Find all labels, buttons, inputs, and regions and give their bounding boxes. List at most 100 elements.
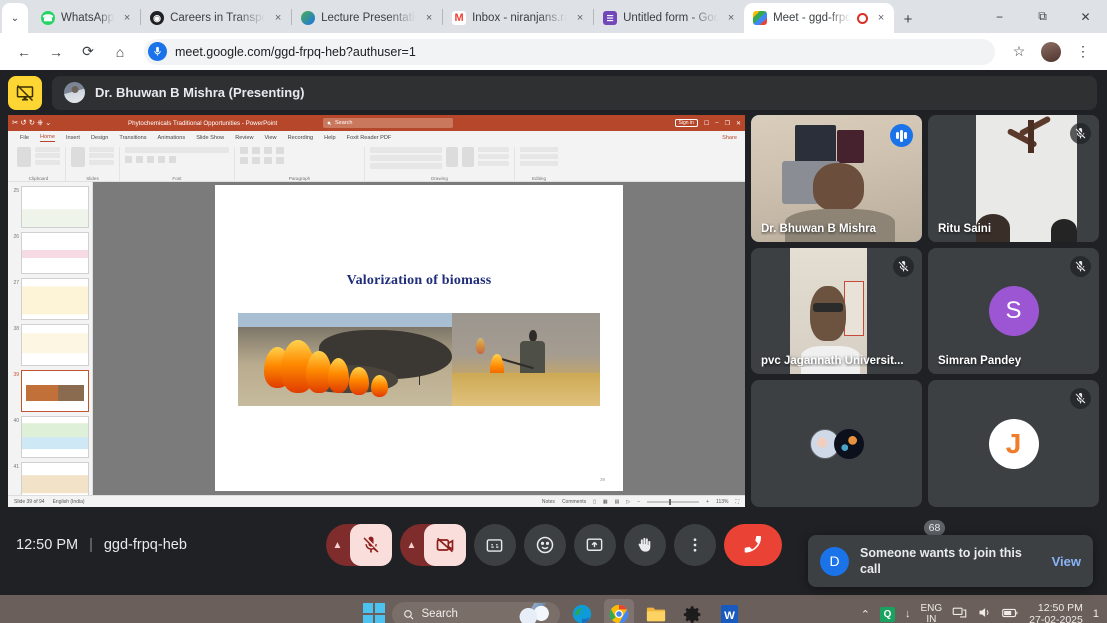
font-name-combobox[interactable] [125,146,229,153]
slide-editing-canvas[interactable]: Valorization of biomass 39 [93,181,745,496]
browser-tab-lecture-presentation[interactable]: Lecture Presentation × [292,3,442,33]
mic-off-icon[interactable] [349,524,392,566]
reactions-button[interactable] [523,524,566,566]
layout-button[interactable] [89,146,114,152]
cut-button[interactable] [35,146,60,152]
ppt-restore-button[interactable]: ❐ [725,120,730,127]
browser-tab-google-meet[interactable]: Meet - ggd-frpq- × [744,3,895,33]
window-close-button[interactable]: ✕ [1064,0,1107,33]
start-button[interactable] [362,603,385,623]
underline-button[interactable] [147,155,154,163]
microphone-permission-icon[interactable] [148,42,167,61]
language-indicator[interactable]: ENG IN [920,603,942,623]
slide-thumbnail-38[interactable]: 38 [11,323,89,366]
slide-thumbnail-image[interactable] [21,185,89,228]
settings-gear-icon[interactable] [678,599,708,623]
select-button[interactable] [520,160,558,166]
slide-thumbnail-image[interactable] [21,277,89,320]
ribbon-display-options-icon[interactable]: ☐ [704,120,709,127]
captions-toggle[interactable] [473,524,516,566]
convert-to-smartart-button[interactable] [276,156,284,164]
participant-tile-simran-pandey[interactable]: S Simran Pandey [928,247,1099,375]
font-color-button[interactable] [169,155,176,163]
taskbar-search-box[interactable]: Search [391,601,560,623]
ribbon-tab-insert[interactable]: Insert [66,135,80,141]
browser-tab-whatsapp[interactable]: ☎ WhatsApp × [32,3,140,33]
slide-thumbnail-image[interactable] [21,323,89,366]
tray-overflow-button[interactable]: ⌃ [861,608,870,621]
chrome-menu-icon[interactable]: ⋮ [1069,38,1097,66]
shape-outline-button[interactable] [477,153,510,159]
clock[interactable]: 12:50 PM 27-02-2025 [1029,602,1083,623]
participant-tile-pvc-jagannath-university[interactable]: pvc Jagannath Universit... [751,247,922,375]
slide-thumbnail-image[interactable] [21,415,89,458]
tab-close-button[interactable]: × [724,12,738,24]
chevron-up-icon[interactable]: ▲ [400,540,424,551]
stop-presenting-icon[interactable] [8,75,42,110]
slide-thumbnail-image[interactable] [21,369,89,412]
browser-tab-untitled-form[interactable]: ☰ Untitled form - Goog × [594,3,744,33]
join-request-toast[interactable]: D Someone wants to join this call View [808,535,1093,587]
notes-button[interactable]: Notes [542,499,555,505]
back-icon[interactable]: ← [10,38,38,66]
shape-fill-button[interactable] [477,146,510,152]
numbering-button[interactable] [252,146,260,154]
quick-styles-button[interactable] [461,146,474,167]
slide-thumbnail-image[interactable] [21,461,89,496]
raise-hand-button[interactable] [623,524,666,566]
shared-screen-powerpoint[interactable]: ✂ ↺ ↻ ⎈ ⌄ Phytochemicals Traditional Opp… [8,115,745,507]
volume-icon[interactable] [977,605,992,623]
powerpoint-search-box[interactable]: Search [323,118,453,129]
address-bar[interactable]: meet.google.com/ggd-frpq-heb?authuser=1 [144,38,995,65]
zoom-slider[interactable] [647,498,700,505]
more-options-button[interactable] [673,524,716,566]
shape-effects-button[interactable] [477,160,510,166]
reset-button[interactable] [89,153,114,159]
quick-access-toolbar[interactable]: ✂ ↺ ↻ ⎈ ⌄ [12,118,51,128]
shapes-gallery-row-2[interactable] [370,154,442,161]
ribbon-tab-animations[interactable]: Animations [158,135,186,141]
slide-thumbnail-41[interactable]: 41 [11,461,89,496]
file-explorer-icon[interactable] [641,599,671,623]
text-direction-button[interactable] [276,146,284,154]
slide-thumbnail-39-selected[interactable]: 39 [11,369,89,412]
ribbon-tab-recording[interactable]: Recording [288,135,314,141]
zoom-out-button[interactable]: − [637,499,640,505]
italic-button[interactable] [136,155,143,163]
forward-icon[interactable]: → [42,38,70,66]
bold-button[interactable] [125,155,132,163]
window-maximize-button[interactable]: ⧉ [1021,0,1064,33]
slide-thumbnail-panel[interactable]: 25 26 27 38 39 40 41 [8,181,93,496]
decrease-indent-button[interactable] [264,146,272,154]
tab-search-button[interactable]: ⌄ [2,3,28,33]
participant-tile-jagannath[interactable]: J [928,380,1099,508]
reload-icon[interactable]: ⟳ [74,38,102,66]
strikethrough-button[interactable] [158,155,165,163]
microphone-toggle[interactable]: ▲ [325,524,392,566]
fit-to-window-button[interactable]: ⛶ [735,499,739,505]
profile-avatar[interactable] [1037,38,1065,66]
section-button[interactable] [89,159,114,165]
ribbon-tab-help[interactable]: Help [324,135,336,141]
paste-button[interactable] [17,146,32,167]
ppt-close-button[interactable]: ✕ [736,120,741,127]
arrange-button[interactable] [445,146,458,167]
ribbon-tab-transitions[interactable]: Transitions [119,135,146,141]
download-icon[interactable]: ↓ [905,608,911,620]
window-minimize-button[interactable]: − [978,0,1021,33]
new-tab-button[interactable]: + [894,5,922,33]
shapes-gallery-row-3[interactable] [370,162,442,169]
align-center-button[interactable] [252,156,260,164]
slide-thumbnail-40[interactable]: 40 [11,415,89,458]
quick-assist-icon[interactable]: Q [879,606,895,622]
align-right-button[interactable] [264,156,272,164]
leave-call-button[interactable] [723,524,782,566]
bullets-button[interactable] [240,146,248,154]
notification-count[interactable]: 1 [1093,608,1099,620]
browser-tab-inbox-gmail[interactable]: M Inbox - niranjans.rath × [443,3,593,33]
ppt-minimize-button[interactable]: – [715,120,718,126]
bookmark-star-icon[interactable]: ☆ [1005,38,1033,66]
new-slide-button[interactable] [71,146,86,167]
copy-button[interactable] [35,153,60,159]
participant-tile-group-avatars[interactable] [751,380,922,508]
